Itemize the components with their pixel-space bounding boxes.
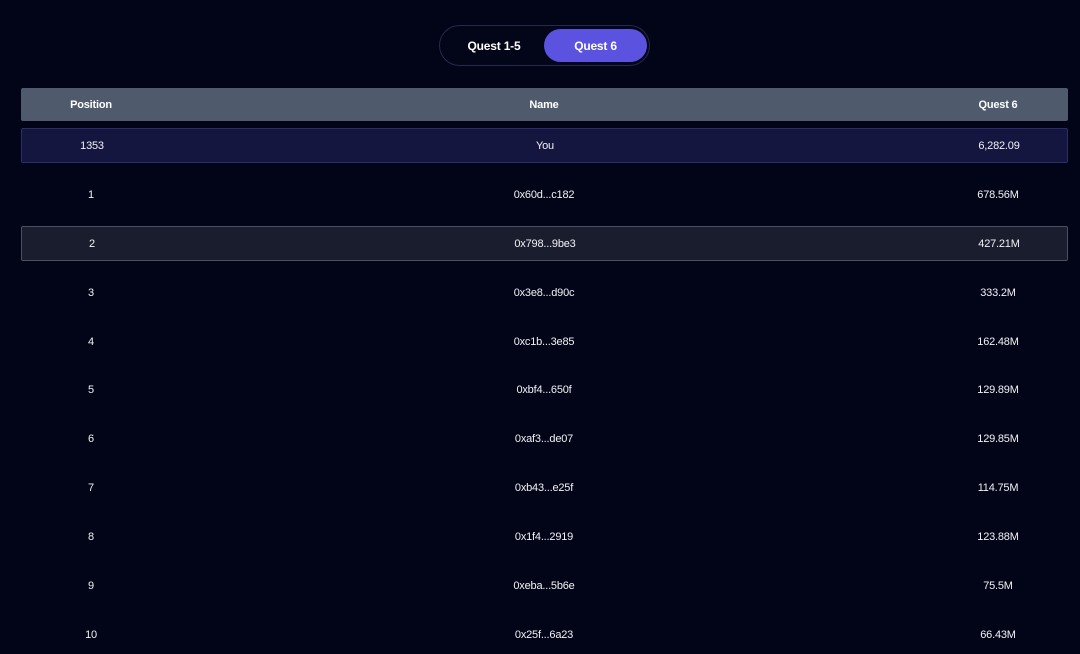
row-name: You bbox=[536, 139, 554, 152]
row-score: 123.88M bbox=[977, 530, 1019, 543]
row-position: 8 bbox=[88, 530, 94, 543]
row-position: 7 bbox=[88, 481, 94, 494]
row-name: 0xc1b...3e85 bbox=[513, 335, 575, 348]
row-score: 66.43M bbox=[980, 628, 1016, 641]
table-row[interactable]: 8 0x1f4...2919 123.88M bbox=[21, 519, 1068, 554]
row-position: 10 bbox=[85, 628, 97, 641]
row-position: 5 bbox=[88, 383, 94, 396]
row-name: 0x798...9be3 bbox=[514, 237, 576, 250]
row-name: 0x60d...c182 bbox=[513, 188, 575, 201]
row-name: 0x3e8...d90c bbox=[513, 286, 575, 299]
row-score: 162.48M bbox=[977, 335, 1019, 348]
table-row[interactable]: 4 0xc1b...3e85 162.48M bbox=[21, 324, 1068, 359]
row-score: 427.21M bbox=[978, 237, 1020, 250]
row-position: 1 bbox=[88, 188, 94, 201]
row-position: 2 bbox=[89, 237, 95, 250]
column-header-name[interactable]: Name bbox=[444, 88, 644, 121]
table-row[interactable]: 5 0xbf4...650f 129.89M bbox=[21, 372, 1068, 407]
table-row-you: 1353 You 6,282.09 bbox=[21, 128, 1068, 163]
quest-toggle: Quest 1-5 Quest 6 bbox=[439, 25, 650, 66]
row-score: 75.5M bbox=[983, 579, 1013, 592]
row-name: 0x25f...6a23 bbox=[514, 628, 574, 641]
tab-quest-6[interactable]: Quest 6 bbox=[544, 29, 647, 62]
row-score: 333.2M bbox=[980, 286, 1016, 299]
column-header-position[interactable]: Position bbox=[41, 88, 141, 121]
column-header-quest-6[interactable]: Quest 6 bbox=[948, 88, 1048, 121]
row-score: 129.85M bbox=[977, 432, 1019, 445]
table-row[interactable]: 2 0x798...9be3 427.21M bbox=[21, 226, 1068, 261]
table-row[interactable]: 10 0x25f...6a23 66.43M bbox=[21, 617, 1068, 652]
row-position: 9 bbox=[88, 579, 94, 592]
row-name: 0xb43...e25f bbox=[514, 481, 574, 494]
table-row[interactable]: 7 0xb43...e25f 114.75M bbox=[21, 470, 1068, 505]
row-name: 0xaf3...de07 bbox=[514, 432, 574, 445]
table-row[interactable]: 6 0xaf3...de07 129.85M bbox=[21, 421, 1068, 456]
row-position: 6 bbox=[88, 432, 94, 445]
row-name: 0x1f4...2919 bbox=[514, 530, 574, 543]
table-row[interactable]: 3 0x3e8...d90c 333.2M bbox=[21, 275, 1068, 310]
table-header: Position Name Quest 6 bbox=[21, 88, 1068, 121]
row-score: 678.56M bbox=[977, 188, 1019, 201]
row-name: 0xeba...5b6e bbox=[513, 579, 575, 592]
row-score: 6,282.09 bbox=[978, 139, 1020, 152]
row-position: 1353 bbox=[80, 139, 104, 152]
table-row[interactable]: 1 0x60d...c182 678.56M bbox=[21, 177, 1068, 212]
row-score: 114.75M bbox=[977, 481, 1019, 494]
row-position: 3 bbox=[88, 286, 94, 299]
row-score: 129.89M bbox=[977, 383, 1019, 396]
row-name: 0xbf4...650f bbox=[516, 383, 572, 396]
table-row[interactable]: 9 0xeba...5b6e 75.5M bbox=[21, 568, 1068, 603]
row-position: 4 bbox=[88, 335, 94, 348]
tab-quest-1-5[interactable]: Quest 1-5 bbox=[444, 29, 544, 62]
